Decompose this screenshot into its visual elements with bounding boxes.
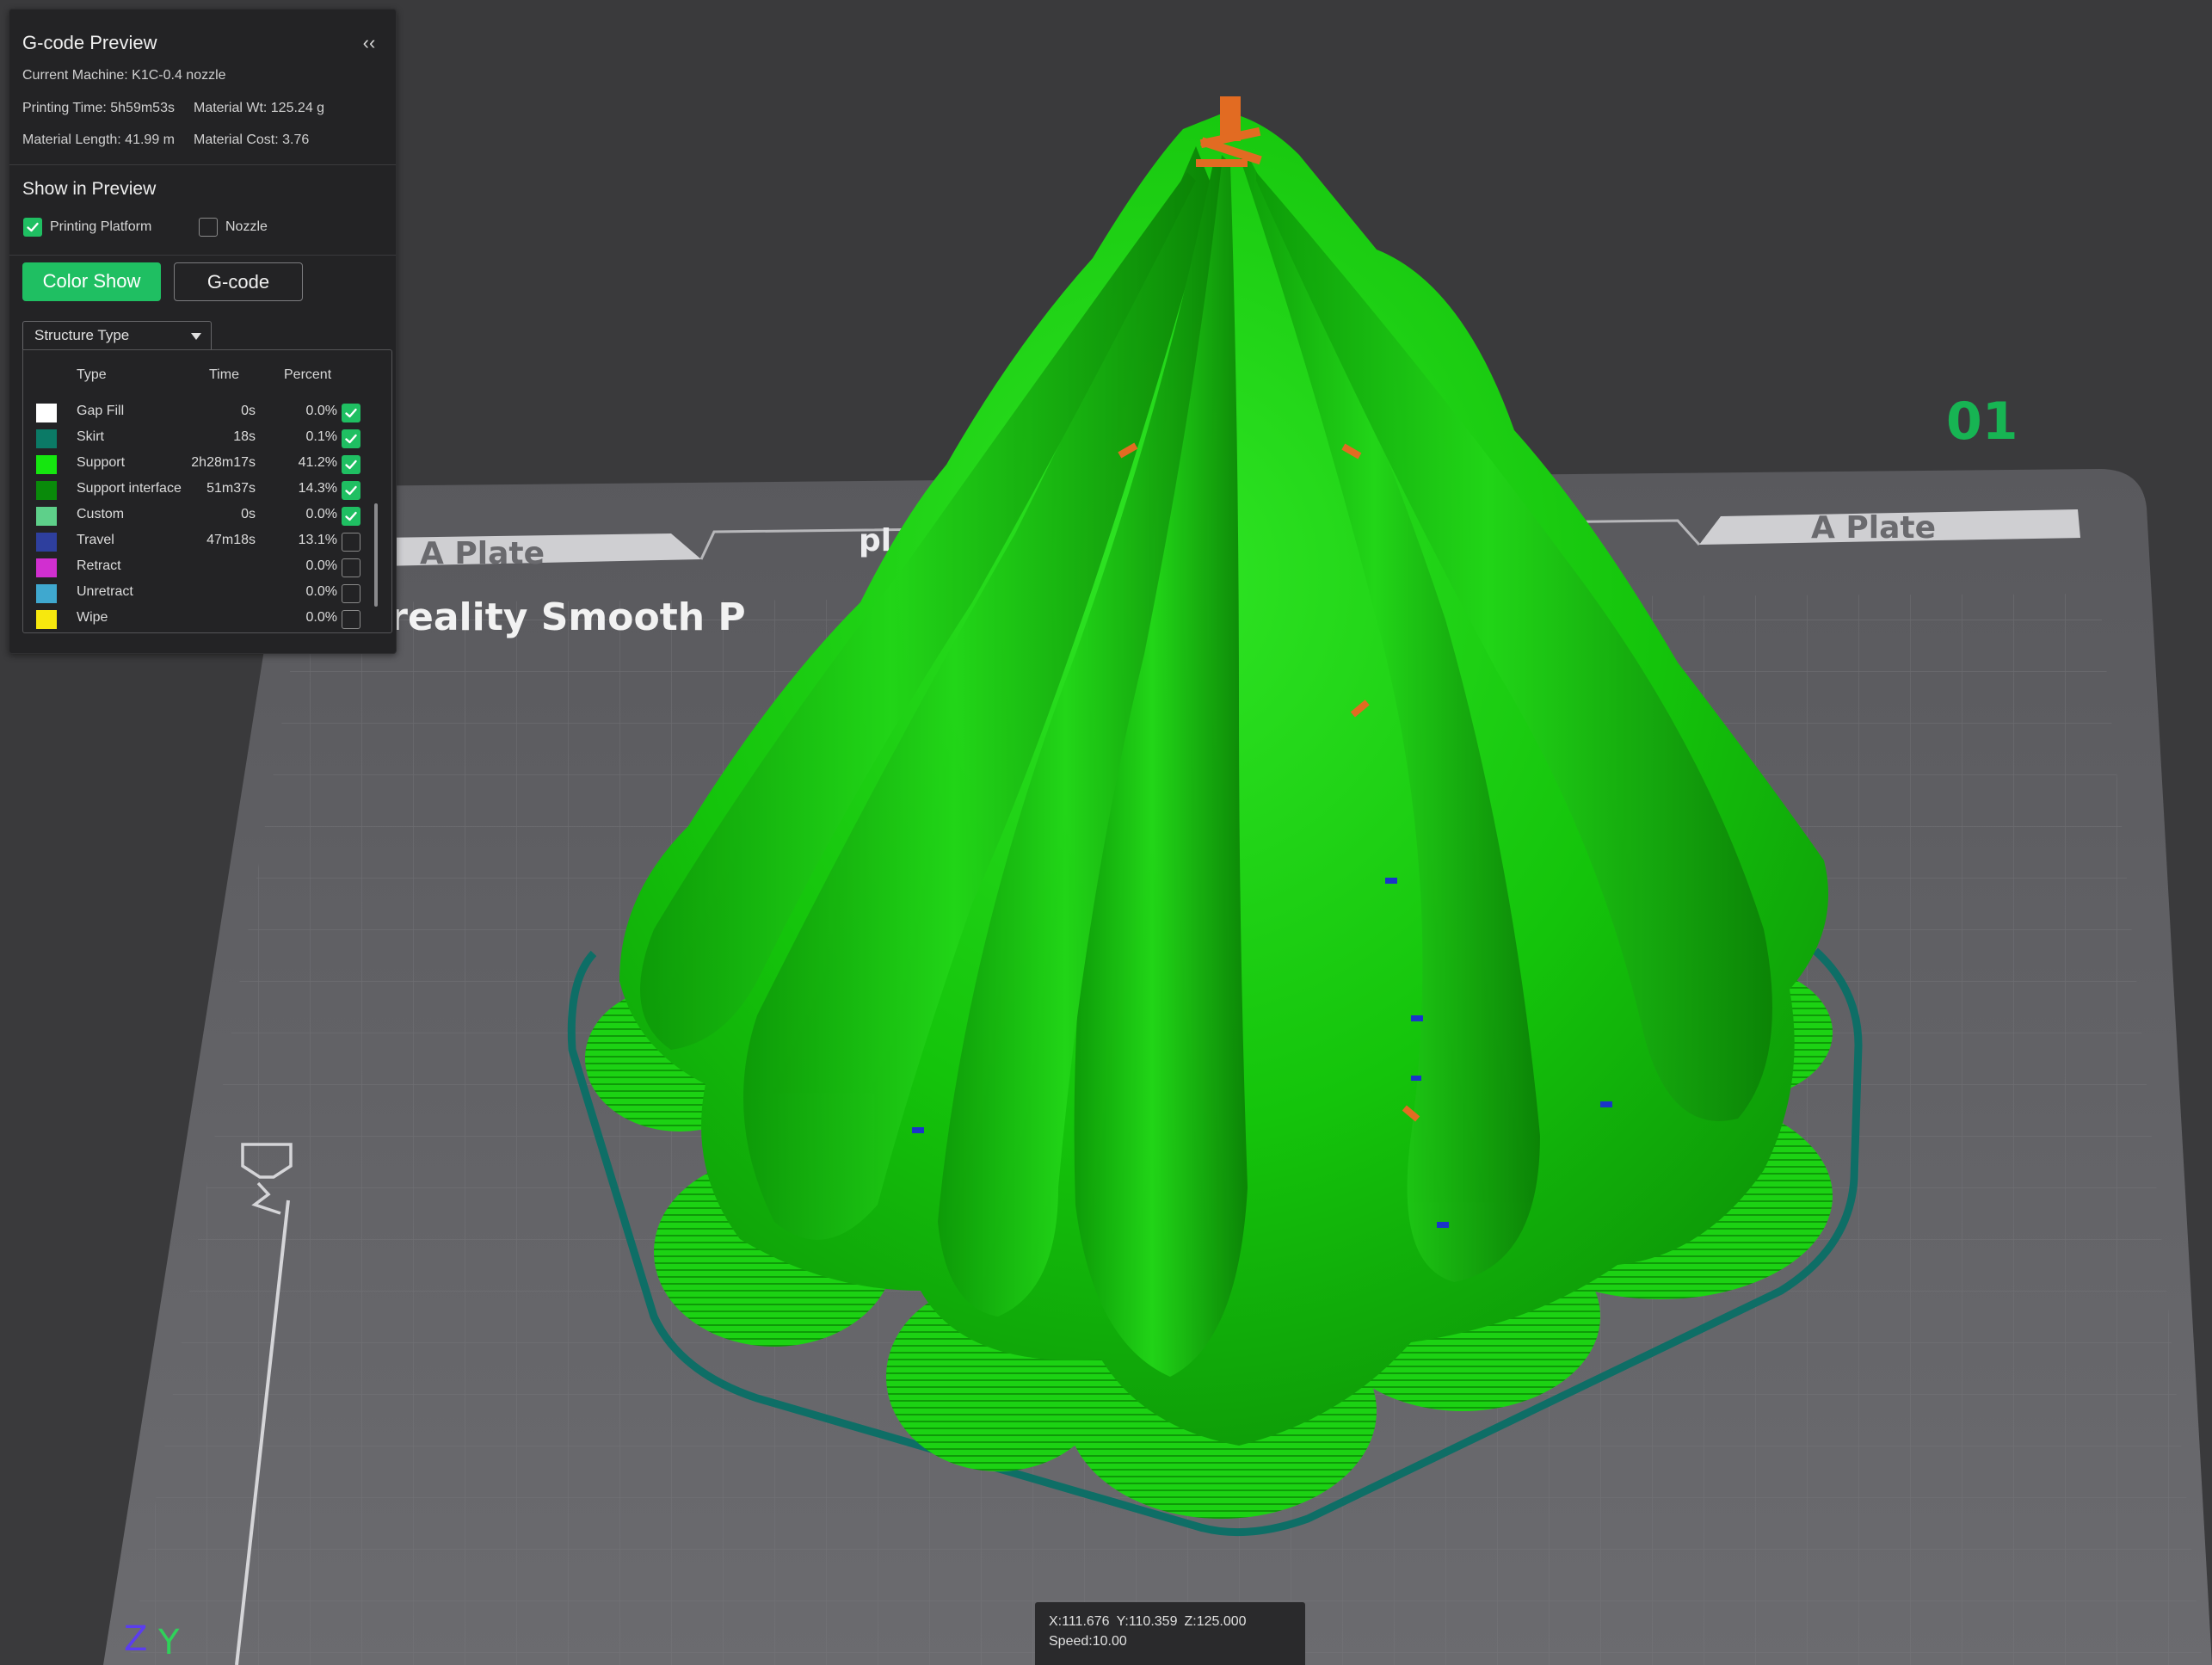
legend-row: Travel 47m18s 13.1%	[23, 529, 391, 555]
legend-type-label: Travel	[77, 533, 114, 547]
color-show-button[interactable]: Color Show	[22, 262, 161, 301]
legend-checkbox-checked-icon[interactable]	[342, 481, 360, 500]
legend-percent-value: 0.0%	[305, 558, 337, 573]
legend-color-swatch	[36, 481, 57, 500]
gcode-preview-panel: G-code Preview ‹‹ Current Machine: K1C-0…	[9, 9, 397, 654]
legend-percent-value: 0.0%	[305, 507, 337, 521]
coordinate-readout: X:111.676 Y:110.359 Z:125.000 Speed:10.0…	[1035, 1602, 1305, 1665]
legend-color-swatch	[36, 507, 57, 526]
legend-row: Gap Fill 0s 0.0%	[23, 400, 391, 426]
legend-header-time: Time	[209, 367, 239, 382]
stats-row-2: Material Length: 41.99 m Material Cost: …	[22, 133, 309, 148]
legend-time-value: 2h28m17s	[191, 455, 256, 470]
legend-type-label: Custom	[77, 507, 125, 521]
bed-brand-text: Creality Smooth P	[361, 595, 746, 639]
axis-y-label: Y	[157, 1623, 180, 1662]
legend-type-label: Retract	[77, 558, 121, 573]
legend-type-label: Gap Fill	[77, 404, 125, 418]
structure-type-select[interactable]: Structure Type	[22, 321, 212, 349]
checkbox-checked-icon[interactable]	[23, 218, 42, 237]
structure-type-value: Structure Type	[34, 327, 130, 343]
legend-color-swatch	[36, 455, 57, 474]
legend-percent-value: 13.1%	[298, 533, 337, 547]
legend-color-swatch	[36, 429, 57, 448]
legend-type-label: Wipe	[77, 610, 108, 625]
legend-header-percent: Percent	[284, 367, 332, 382]
legend-time-value: 0s	[241, 404, 256, 418]
legend-percent-value: 14.3%	[298, 481, 337, 496]
nozzle-label: Nozzle	[225, 219, 268, 234]
speed-readout: Speed:10.00	[1049, 1634, 1127, 1649]
bed-badge: 01	[1946, 392, 2018, 452]
legend-percent-value: 0.0%	[305, 584, 337, 599]
legend-color-swatch	[36, 558, 57, 577]
legend-checkbox-checked-icon[interactable]	[342, 429, 360, 448]
printing-platform-toggle[interactable]: Printing Platform	[23, 218, 151, 237]
plate-label-right: A Plate	[1811, 510, 1936, 546]
panel-header: G-code Preview ‹‹	[22, 30, 383, 58]
coord-z: Z:125.000	[1184, 1614, 1247, 1629]
legend-time-value: 51m37s	[206, 481, 256, 496]
material-weight: Material Wt: 125.24 g	[193, 101, 325, 115]
legend-checkbox-unchecked-icon[interactable]	[342, 533, 360, 552]
caret-down-icon	[191, 333, 201, 340]
legend-checkbox-unchecked-icon[interactable]	[342, 584, 360, 603]
coordinate-line: X:111.676 Y:110.359 Z:125.000	[1049, 1612, 1305, 1631]
legend-row: Wipe 0.0%	[23, 607, 391, 632]
legend-color-swatch	[36, 584, 57, 603]
material-length: Material Length: 41.99 m	[22, 133, 175, 147]
legend-rows: Gap Fill 0s 0.0% Skirt 18s 0.1% Support 2h28m17…	[23, 400, 391, 632]
divider	[9, 255, 396, 256]
show-in-preview-title: Show in Preview	[22, 179, 157, 199]
legend-row: Support 2h28m17s 41.2%	[23, 452, 391, 478]
printing-platform-label: Printing Platform	[50, 219, 152, 234]
legend-percent-value: 0.1%	[305, 429, 337, 444]
material-cost: Material Cost: 3.76	[194, 133, 310, 147]
legend-header-type: Type	[77, 367, 107, 382]
legend-color-swatch	[36, 404, 57, 422]
legend-checkbox-unchecked-icon[interactable]	[342, 610, 360, 629]
legend-time-value: 0s	[241, 507, 256, 521]
stats-row-1: Printing Time: 5h59m53s Material Wt: 125…	[22, 101, 324, 116]
plate-label-left: A Plate	[420, 536, 545, 571]
gcode-button[interactable]: G-code	[174, 262, 303, 301]
plate-label-center: pl	[859, 523, 891, 558]
legend-row: Retract 0.0%	[23, 555, 391, 581]
legend-row: Support interface 51m37s 14.3%	[23, 478, 391, 503]
legend-row: Custom 0s 0.0%	[23, 503, 391, 529]
legend-percent-value: 0.0%	[305, 610, 337, 625]
legend-percent-value: 41.2%	[298, 455, 337, 470]
legend-type-label: Support	[77, 455, 126, 470]
legend-header: Type Time Percent	[23, 367, 391, 386]
checkbox-unchecked-icon[interactable]	[199, 218, 218, 237]
legend-percent-value: 0.0%	[305, 404, 337, 418]
legend-checkbox-checked-icon[interactable]	[342, 455, 360, 474]
legend-type-label: Unretract	[77, 584, 133, 599]
legend-color-swatch	[36, 610, 57, 629]
legend-checkbox-unchecked-icon[interactable]	[342, 558, 360, 577]
legend-color-swatch	[36, 533, 57, 552]
legend-row: Skirt 18s 0.1%	[23, 426, 391, 452]
current-machine: Current Machine: K1C-0.4 nozzle	[22, 68, 226, 83]
axis-z-label: Z	[124, 1619, 147, 1659]
legend-type-label: Support interface	[77, 481, 182, 496]
coord-x: X:111.676	[1049, 1614, 1110, 1629]
legend-checkbox-checked-icon[interactable]	[342, 507, 360, 526]
nozzle-toggle[interactable]: Nozzle	[199, 218, 268, 237]
legend-type-label: Skirt	[77, 429, 104, 444]
coord-y: Y:110.359	[1116, 1614, 1178, 1629]
legend-scrollbar[interactable]	[374, 503, 378, 607]
divider	[9, 164, 396, 165]
collapse-panel-button[interactable]: ‹‹	[355, 30, 383, 58]
legend-row: Unretract 0.0%	[23, 581, 391, 607]
legend-time-value: 18s	[233, 429, 256, 444]
legend-time-value: 47m18s	[206, 533, 256, 547]
legend-checkbox-checked-icon[interactable]	[342, 404, 360, 422]
structure-legend: Type Time Percent Gap Fill 0s 0.0% Skirt 18s…	[22, 349, 392, 633]
printing-time: Printing Time: 5h59m53s	[22, 101, 175, 115]
panel-title: G-code Preview	[22, 32, 157, 53]
